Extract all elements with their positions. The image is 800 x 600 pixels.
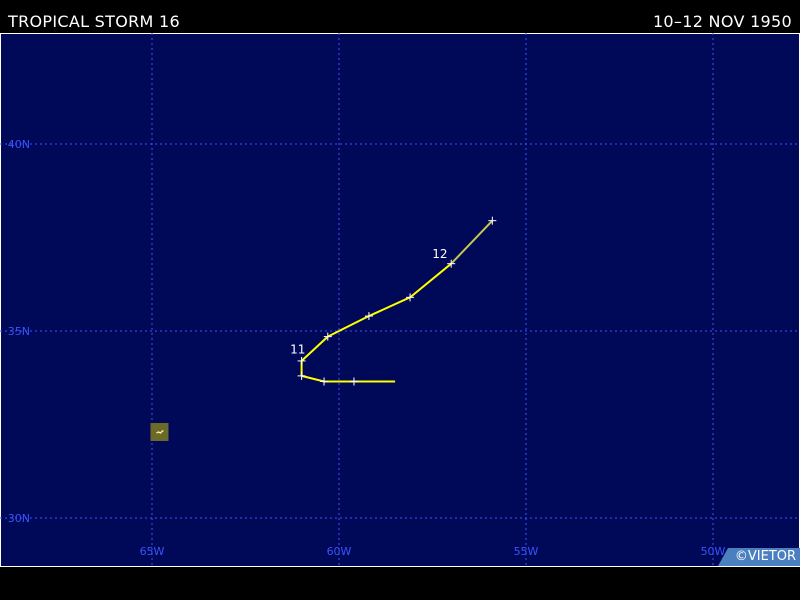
lon-label: 65W <box>140 545 165 558</box>
ocean-background <box>0 33 800 567</box>
lon-label: 55W <box>514 545 539 558</box>
credit-label: ©VIETOR <box>734 549 796 564</box>
day-label: 11 <box>290 342 305 356</box>
storm-dates: 10–12 NOV 1950 <box>652 12 792 31</box>
map-canvas: 40N35N30N65W 60W 55W 50W 1112 <box>0 33 800 567</box>
lon-label: 60W <box>327 545 352 558</box>
storm-title: TROPICAL STORM 16 <box>8 12 180 31</box>
lat-label: 35N <box>8 325 30 338</box>
track-map: 40N 35N 30N 65W 60W 55W 50W 11 12 <box>0 33 800 567</box>
lat-label: 30N <box>8 512 30 525</box>
lat-label: 40N <box>8 138 30 151</box>
bermuda-island-icon <box>150 422 169 441</box>
header: TROPICAL STORM 16 10–12 NOV 1950 <box>0 0 800 33</box>
day-label: 12 <box>432 247 447 261</box>
